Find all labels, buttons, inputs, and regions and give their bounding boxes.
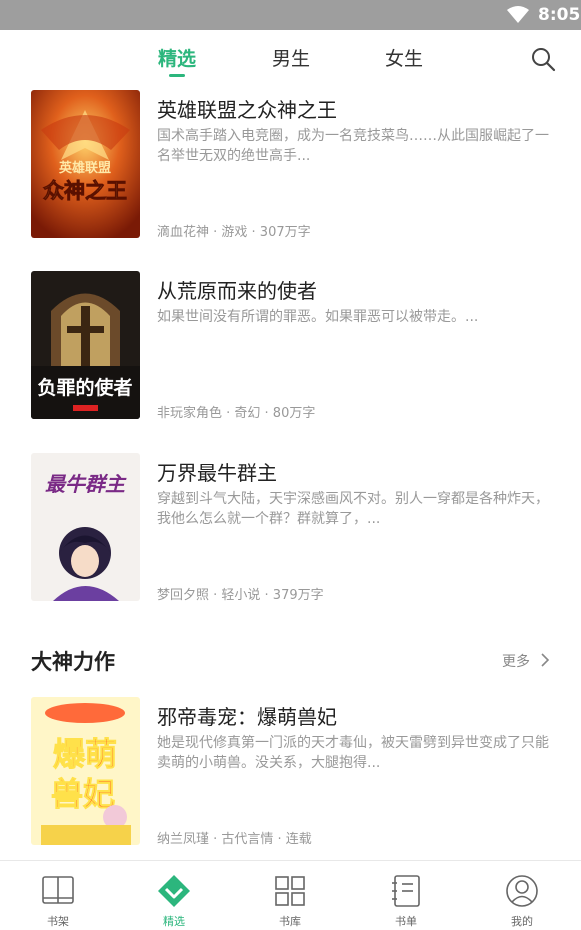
book-description: 如果世间没有所谓的罪恶。如果罪恶可以被带走。... — [157, 309, 479, 325]
svg-text:最牛群主: 最牛群主 — [45, 472, 127, 496]
chevron-right-icon[interactable] — [540, 652, 550, 668]
book-list-item[interactable]: 最牛群主 万界最牛群主 穿越到斗气大陆，天宇深感画风不对。别人一穿都是各种炸天，… — [0, 453, 581, 603]
nav-label: 书单 — [395, 915, 417, 928]
tab-female[interactable]: 女生 — [374, 44, 434, 71]
top-tab-bar: 精选 男生 女生 — [0, 30, 581, 82]
nav-label: 我的 — [511, 915, 533, 928]
book-title[interactable]: 英雄联盟之众神之王 — [157, 94, 337, 123]
book-description: 她是现代修真第一门派的天才毒仙，被天雷劈到异世变成了只能卖萌的小萌兽。没关系，大… — [157, 735, 549, 771]
tab-active-indicator — [169, 74, 185, 77]
featured-book-item[interactable]: 爆萌 兽妃 邪帝毒宠：爆萌兽妃 她是现代修真第一门派的天才毒仙，被天雷劈到异世变… — [0, 697, 581, 847]
section-title: 大神力作 — [31, 649, 115, 674]
book-meta: 非玩家角色 · 奇幻 · 80万字 — [157, 406, 316, 421]
tab-male[interactable]: 男生 — [261, 44, 321, 71]
status-time: 8:05 — [538, 5, 581, 25]
book-meta: 梦回夕照 · 轻小说 · 379万字 — [157, 588, 324, 603]
cover-title-text: 英雄联盟 — [58, 160, 111, 176]
book-cover[interactable]: 负罪的使者 — [31, 271, 140, 419]
status-bar: 8:05 — [0, 0, 581, 30]
nav-label: 书库 — [279, 915, 301, 928]
bookshelf-icon — [42, 876, 74, 904]
book-meta: 滴血花神 · 游戏 · 307万字 — [157, 225, 311, 240]
more-link[interactable]: 更多 — [502, 651, 530, 671]
tab-featured[interactable]: 精选 — [147, 44, 207, 71]
book-cover[interactable]: 英雄联盟 众神之王 — [31, 90, 140, 238]
book-cover[interactable]: 爆萌 兽妃 — [31, 697, 140, 845]
svg-text:爆萌: 爆萌 — [53, 735, 117, 773]
nav-library[interactable]: 书库 — [232, 861, 348, 930]
diamond-icon — [158, 875, 190, 907]
nav-featured[interactable]: 精选 — [116, 861, 232, 930]
book-list-item[interactable]: 英雄联盟 众神之王 英雄联盟之众神之王 国术高手踏入电竞圈，成为一名竞技菜鸟……… — [0, 90, 581, 240]
nav-profile[interactable]: 我的 — [464, 861, 580, 930]
search-icon[interactable] — [530, 46, 556, 72]
bottom-nav-bar: 书架 精选 书库 书单 我的 — [0, 860, 581, 930]
nav-label: 精选 — [163, 915, 185, 928]
svg-text:负罪的使者: 负罪的使者 — [37, 376, 132, 399]
notebook-icon — [392, 875, 420, 907]
book-title[interactable]: 从荒原而来的使者 — [157, 275, 317, 304]
user-icon — [506, 875, 538, 907]
book-description: 国术高手踏入电竞圈，成为一名竞技菜鸟……从此国服崛起了一名举世无双的绝世高手..… — [157, 128, 549, 164]
book-title[interactable]: 万界最牛群主 — [157, 457, 277, 486]
book-description: 穿越到斗气大陆，天宇深感画风不对。别人一穿都是各种炸天，我他么怎么就一个群？群就… — [157, 491, 549, 527]
book-list-item[interactable]: 负罪的使者 从荒原而来的使者 如果世间没有所谓的罪恶。如果罪恶可以被带走。...… — [0, 271, 581, 421]
nav-booklist[interactable]: 书单 — [348, 861, 464, 930]
wifi-icon — [507, 6, 529, 23]
svg-text:兽妃: 兽妃 — [51, 775, 115, 813]
grid-icon — [275, 876, 305, 906]
book-meta: 纳兰凤瑾 · 古代言情 · 连载 — [157, 832, 312, 847]
nav-label: 书架 — [47, 915, 69, 928]
nav-bookshelf[interactable]: 书架 — [0, 861, 116, 930]
svg-text:众神之王: 众神之王 — [43, 178, 127, 203]
book-cover[interactable]: 最牛群主 — [31, 453, 140, 601]
book-title[interactable]: 邪帝毒宠：爆萌兽妃 — [157, 701, 337, 730]
